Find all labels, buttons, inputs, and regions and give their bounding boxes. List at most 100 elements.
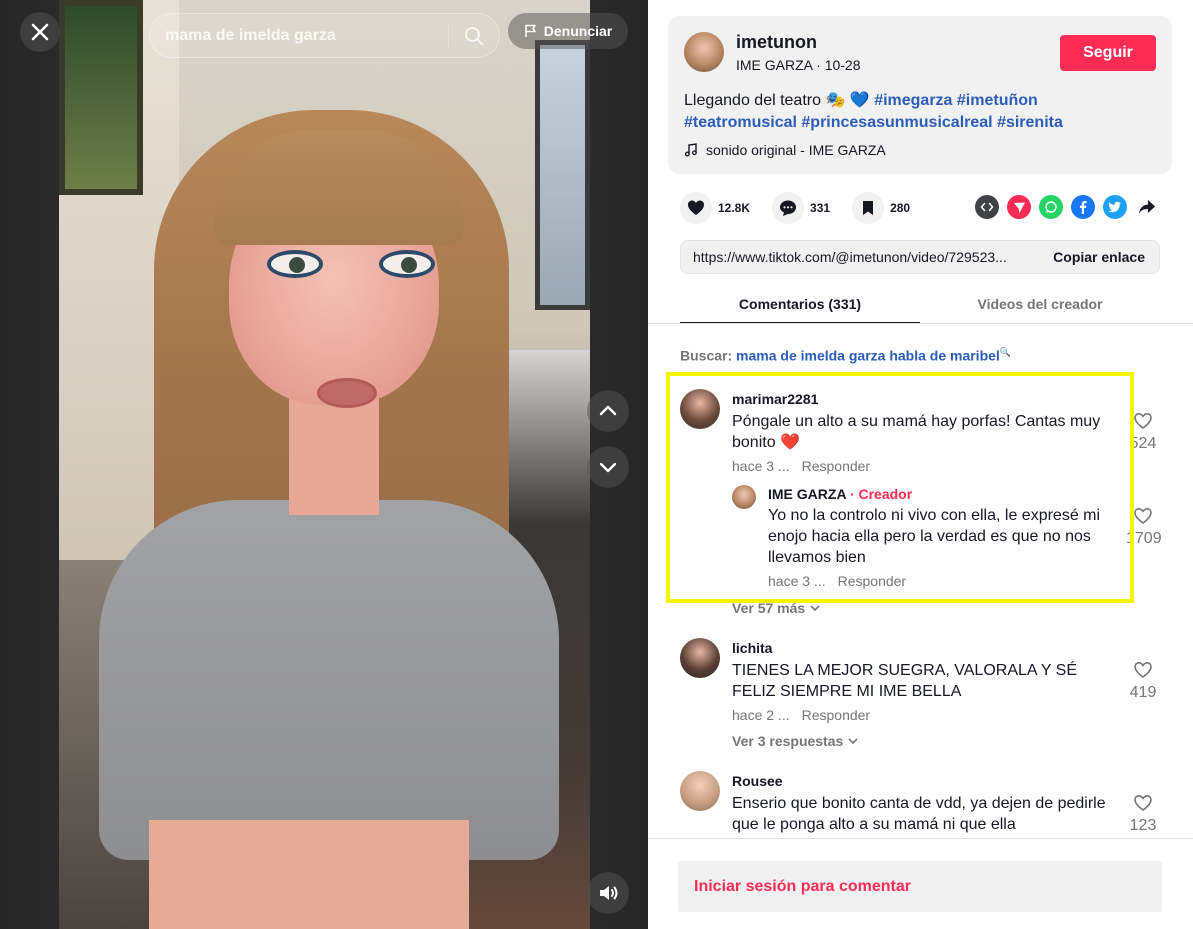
hashtag[interactable]: #princesasunmusicalreal	[801, 114, 992, 131]
comment-like-button[interactable]: 123	[1126, 794, 1160, 835]
details-panel: imetunon IME GARZA · 10-28 Seguir Llegan…	[648, 0, 1193, 929]
chevron-down-icon	[810, 605, 820, 612]
share-row	[975, 195, 1159, 219]
comment-username[interactable]: Rousee	[732, 773, 783, 789]
hashtag[interactable]: #imegarza	[874, 92, 952, 109]
tab-creator-videos[interactable]: Videos del creador	[920, 286, 1160, 324]
hashtag[interactable]: #imetuñon	[957, 92, 1038, 109]
facebook-icon[interactable]	[1071, 195, 1095, 219]
twitter-icon[interactable]	[1103, 195, 1127, 219]
comment-search-suggestion[interactable]: Buscar: mama de imelda garza habla de ma…	[680, 347, 1011, 364]
comment-username[interactable]: lichita	[732, 640, 772, 656]
avatar[interactable]	[732, 485, 756, 509]
comment-like-button[interactable]: 524	[1126, 412, 1160, 453]
avatar[interactable]	[684, 32, 724, 72]
author-subtitle: IME GARZA · 10-28	[736, 57, 861, 73]
tab-comments[interactable]: Comentarios (331)	[680, 286, 920, 324]
previous-video-button[interactable]	[587, 390, 629, 432]
comment-item: marimar2281 Póngale un alto a su mamá ha…	[680, 389, 1162, 616]
music-note-icon	[684, 143, 697, 157]
comment-username[interactable]: marimar2281	[732, 391, 818, 407]
video-person-eye-left	[267, 250, 323, 278]
reply-header: IME GARZA · Creador	[768, 486, 912, 502]
search-hint-label: Buscar:	[680, 347, 733, 364]
comment-text: Póngale un alto a su mamá hay porfas! Ca…	[732, 413, 1101, 451]
comment-like-button[interactable]: 419	[1126, 661, 1160, 702]
heart-outline-icon	[1134, 661, 1152, 678]
comment-text: Enserio que bonito canta de vdd, ya deje…	[732, 795, 1106, 833]
comment-footer: Iniciar sesión para comentar	[648, 838, 1193, 929]
comment-time: hace 3 ...	[732, 458, 790, 474]
creator-badge-separator: ·	[849, 486, 859, 502]
search-hint-query[interactable]: mama de imelda garza habla de maribel	[736, 348, 1000, 364]
video-person-torso	[149, 820, 469, 929]
post-description: Llegando del teatro 🎭 💙 #imegarza #imetu…	[684, 90, 1154, 134]
save-button[interactable]	[852, 192, 885, 224]
embed-icon[interactable]	[975, 195, 999, 219]
video-player[interactable]: Denunciar	[0, 0, 648, 929]
author-username[interactable]: imetunon	[736, 32, 817, 53]
search-button[interactable]	[449, 13, 499, 58]
volume-button[interactable]	[587, 872, 629, 914]
description-text: Llegando del teatro 🎭 💙	[684, 92, 870, 109]
reply-button[interactable]: Responder	[838, 573, 907, 589]
like-action[interactable]: 12.8K	[680, 192, 750, 224]
dot-separator: ·	[816, 57, 825, 73]
view-more-replies[interactable]: Ver 3 respuestas	[732, 733, 859, 749]
comment-item: lichita TIENES LA MEJOR SUEGRA, VALORALA…	[680, 638, 1160, 749]
video-person-shirt	[99, 500, 559, 860]
hashtag[interactable]: #teatromusical	[684, 114, 797, 131]
chevron-up-icon	[599, 405, 617, 416]
music-link[interactable]: sonido original - IME GARZA	[684, 142, 886, 158]
comment-like-count: 123	[1129, 817, 1157, 834]
post-date: 10-28	[824, 57, 861, 73]
avatar[interactable]	[680, 638, 720, 678]
reply-button[interactable]: Responder	[802, 707, 871, 723]
hashtag[interactable]: #sirenita	[997, 114, 1063, 131]
panel-tabs: Comentarios (331) Videos del creador	[680, 286, 1160, 324]
comment-button[interactable]	[772, 192, 805, 224]
video-picture-frame	[59, 0, 143, 195]
follow-button[interactable]: Seguir	[1060, 35, 1156, 71]
report-button[interactable]: Denunciar	[508, 13, 628, 49]
report-label: Denunciar	[543, 23, 613, 39]
video-picture-frame-right	[535, 40, 590, 310]
share-arrow-icon[interactable]	[1135, 195, 1159, 219]
avatar[interactable]	[680, 771, 720, 811]
next-video-button[interactable]	[587, 446, 629, 488]
comment-like-count: 524	[1129, 435, 1157, 452]
copy-link-button[interactable]: Copiar enlace	[1039, 249, 1159, 265]
video-person-eye-right	[379, 250, 435, 278]
creator-reply: IME GARZA · Creador Yo no la controlo ni…	[732, 485, 1160, 589]
reply-time: hace 3 ...	[768, 573, 826, 589]
reply-like-count: 1709	[1126, 530, 1162, 547]
video-frame[interactable]	[59, 0, 590, 929]
login-to-comment-button[interactable]: Iniciar sesión para comentar	[678, 861, 1162, 912]
comment-like-count: 419	[1129, 684, 1157, 701]
comment-text: TIENES LA MEJOR SUEGRA, VALORALA Y SÉ FE…	[732, 662, 1078, 700]
bookmark-icon	[863, 201, 874, 215]
comment-meta: hace 2 ... Responder	[732, 707, 870, 723]
reply-button[interactable]: Responder	[802, 458, 871, 474]
like-button[interactable]	[680, 192, 712, 224]
comment-time: hace 2 ...	[732, 707, 790, 723]
comment-action[interactable]: 331	[772, 192, 830, 224]
reply-meta: hace 3 ... Responder	[768, 573, 906, 589]
video-person-mouth	[317, 378, 377, 408]
heart-icon	[688, 200, 704, 215]
reply-like-button[interactable]: 1709	[1126, 507, 1162, 548]
view-more-replies[interactable]: Ver 57 más	[732, 600, 821, 616]
author-display-name: IME GARZA	[736, 57, 813, 73]
volume-icon	[600, 886, 618, 900]
reply-username[interactable]: IME GARZA	[768, 486, 846, 502]
close-button[interactable]	[20, 12, 60, 52]
video-url[interactable]: https://www.tiktok.com/@imetunon/video/7…	[681, 249, 1039, 265]
save-action[interactable]: 280	[852, 192, 910, 224]
send-icon[interactable]	[1007, 195, 1031, 219]
search-input[interactable]	[150, 26, 448, 45]
view-more-label: Ver 57 más	[732, 600, 806, 616]
music-title: sonido original - IME GARZA	[706, 142, 886, 158]
avatar[interactable]	[680, 389, 720, 429]
whatsapp-icon[interactable]	[1039, 195, 1063, 219]
post-info-card: imetunon IME GARZA · 10-28 Seguir Llegan…	[668, 16, 1172, 174]
